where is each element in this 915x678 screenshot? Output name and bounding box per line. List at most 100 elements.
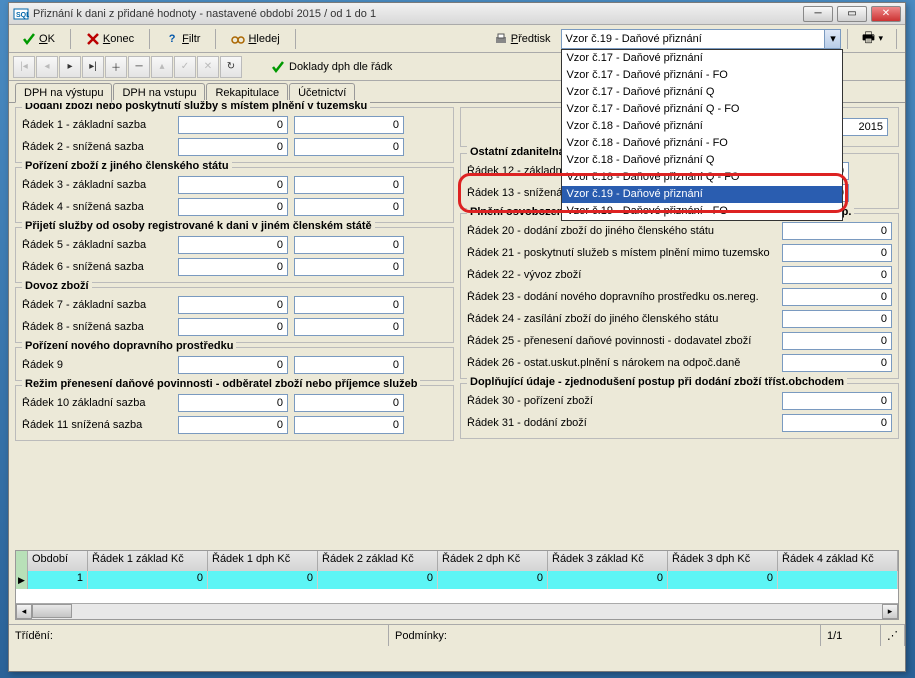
grid-cell[interactable]: 0 (88, 571, 208, 589)
nav-remove[interactable]: ─ (128, 56, 150, 78)
form-row: Řádek 22 - vývoz zboží (467, 266, 892, 284)
value-input[interactable] (782, 310, 892, 328)
value-input[interactable] (178, 318, 288, 336)
grid-cell[interactable]: 0 (208, 571, 318, 589)
grid-header-cell[interactable]: Řádek 3 základ Kč (548, 551, 668, 571)
minimize-button[interactable]: ─ (803, 6, 833, 22)
combo-option[interactable]: Vzor č.18 - Daňové přiznání - FO (562, 135, 842, 152)
grid-cell[interactable]: 0 (318, 571, 438, 589)
grid-header-cell[interactable]: Řádek 2 základ Kč (318, 551, 438, 571)
value-input[interactable] (782, 354, 892, 372)
nav-edit[interactable]: ▴ (151, 56, 173, 78)
value-input[interactable] (294, 318, 404, 336)
nav-cancel[interactable]: ✕ (197, 56, 219, 78)
value-input[interactable] (782, 266, 892, 284)
combo-option[interactable]: Vzor č.17 - Daňové přiznání - FO (562, 67, 842, 84)
form-row: Řádek 3 - základní sazba (22, 176, 447, 194)
grid-cell[interactable]: 0 (438, 571, 548, 589)
value-input[interactable] (294, 258, 404, 276)
value-input[interactable] (178, 258, 288, 276)
combo-option[interactable]: Vzor č.17 - Daňové přiznání (562, 50, 842, 67)
grid-cell[interactable]: 0 (668, 571, 778, 589)
check-icon (271, 60, 285, 74)
combo-option[interactable]: Vzor č.18 - Daňové přiznání (562, 118, 842, 135)
filtr-button[interactable]: ? Filtr (158, 29, 207, 49)
value-input[interactable] (294, 416, 404, 434)
value-input[interactable] (782, 332, 892, 350)
value-input[interactable] (294, 394, 404, 412)
form-row: Řádek 10 základní sazba (22, 394, 447, 412)
tab-dph-vystupu[interactable]: DPH na výstupu (15, 83, 112, 103)
printer-icon (494, 32, 508, 46)
value-input[interactable] (178, 394, 288, 412)
grid-cell[interactable]: 0 (548, 571, 668, 589)
predtisk-button[interactable]: Předtisk (487, 29, 558, 49)
field-group: Plnění osvobozená a s místem plnění mimo… (460, 213, 899, 379)
value-input[interactable] (782, 222, 892, 240)
scroll-thumb[interactable] (32, 604, 72, 618)
value-input[interactable] (782, 244, 892, 262)
grid-header-cell[interactable]: Řádek 1 dph Kč (208, 551, 318, 571)
nav-next[interactable]: ▸ (59, 56, 81, 78)
value-input[interactable] (178, 296, 288, 314)
value-input[interactable] (294, 138, 404, 156)
nav-prev[interactable]: ◂ (36, 56, 58, 78)
value-input[interactable] (294, 198, 404, 216)
value-input[interactable] (294, 356, 404, 374)
value-input[interactable] (294, 176, 404, 194)
grid-cell[interactable] (778, 571, 898, 589)
scroll-left-icon[interactable]: ◂ (16, 604, 32, 619)
value-input[interactable] (178, 138, 288, 156)
chevron-down-icon[interactable]: ▾ (824, 30, 840, 48)
grid-header-cell[interactable]: Řádek 3 dph Kč (668, 551, 778, 571)
value-input[interactable] (178, 416, 288, 434)
combo-option[interactable]: Vzor č.19 - Daňové přiznání (562, 186, 842, 203)
combo-option[interactable]: Vzor č.17 - Daňové přiznání Q - FO (562, 101, 842, 118)
value-input[interactable] (294, 236, 404, 254)
grid-header-cell[interactable]: Řádek 2 dph Kč (438, 551, 548, 571)
value-input[interactable] (782, 392, 892, 410)
form-row: Řádek 1 - základní sazba (22, 116, 447, 134)
app-icon: SQL (13, 6, 29, 22)
ok-button[interactable]: OK (15, 29, 62, 49)
value-input[interactable] (178, 236, 288, 254)
value-input[interactable] (782, 414, 892, 432)
template-combo[interactable]: Vzor č.19 - Daňové přiznání ▾ Vzor č.17 … (561, 29, 841, 49)
form-row: Řádek 2 - snížená sazba (22, 138, 447, 156)
combo-value: Vzor č.19 - Daňové přiznání (565, 33, 701, 45)
nav-refresh[interactable]: ↻ (220, 56, 242, 78)
horizontal-scrollbar[interactable]: ◂ ▸ (16, 603, 898, 619)
nav-first[interactable]: |◂ (13, 56, 35, 78)
title-bar: SQL Přiznání k dani z přidané hodnoty - … (9, 3, 905, 25)
konec-button[interactable]: Konec (79, 29, 141, 49)
close-button[interactable]: ✕ (871, 6, 901, 22)
grid-header-cell[interactable]: Řádek 1 základ Kč (88, 551, 208, 571)
maximize-button[interactable]: ▭ (837, 6, 867, 22)
combo-option[interactable]: Vzor č.18 - Daňové přiznání Q (562, 152, 842, 169)
grid-header-cell[interactable]: Období (28, 551, 88, 571)
row-label: Řádek 5 - základní sazba (22, 239, 172, 251)
value-input[interactable] (294, 116, 404, 134)
value-input[interactable] (294, 296, 404, 314)
value-input[interactable] (178, 198, 288, 216)
window-title: Přiznání k dani z přidané hodnoty - nast… (33, 8, 803, 20)
nav-add[interactable]: ＋ (105, 56, 127, 78)
form-row: Řádek 6 - snížená sazba (22, 258, 447, 276)
scroll-right-icon[interactable]: ▸ (882, 604, 898, 619)
x-icon (86, 32, 100, 46)
combo-option[interactable]: Vzor č.19 - Daňové přiznání - FO (562, 203, 842, 220)
combo-option[interactable]: Vzor č.17 - Daňové přiznání Q (562, 84, 842, 101)
nav-last[interactable]: ▸| (82, 56, 104, 78)
grid-header-cell[interactable]: Řádek 4 základ Kč (778, 551, 898, 571)
value-input[interactable] (782, 288, 892, 306)
grid-cell[interactable]: 1 (28, 571, 88, 589)
row-label: Řádek 8 - snížená sazba (22, 321, 172, 333)
value-input[interactable] (178, 116, 288, 134)
value-input[interactable] (178, 356, 288, 374)
value-input[interactable] (178, 176, 288, 194)
nav-confirm[interactable]: ✓ (174, 56, 196, 78)
doklady-button[interactable]: Doklady dph dle řádk (263, 57, 400, 77)
hledej-button[interactable]: Hledej (224, 29, 286, 49)
print-button[interactable]: 🖶 ▾ (854, 29, 890, 49)
combo-option[interactable]: Vzor č.18 - Daňové přiznání Q - FO (562, 169, 842, 186)
